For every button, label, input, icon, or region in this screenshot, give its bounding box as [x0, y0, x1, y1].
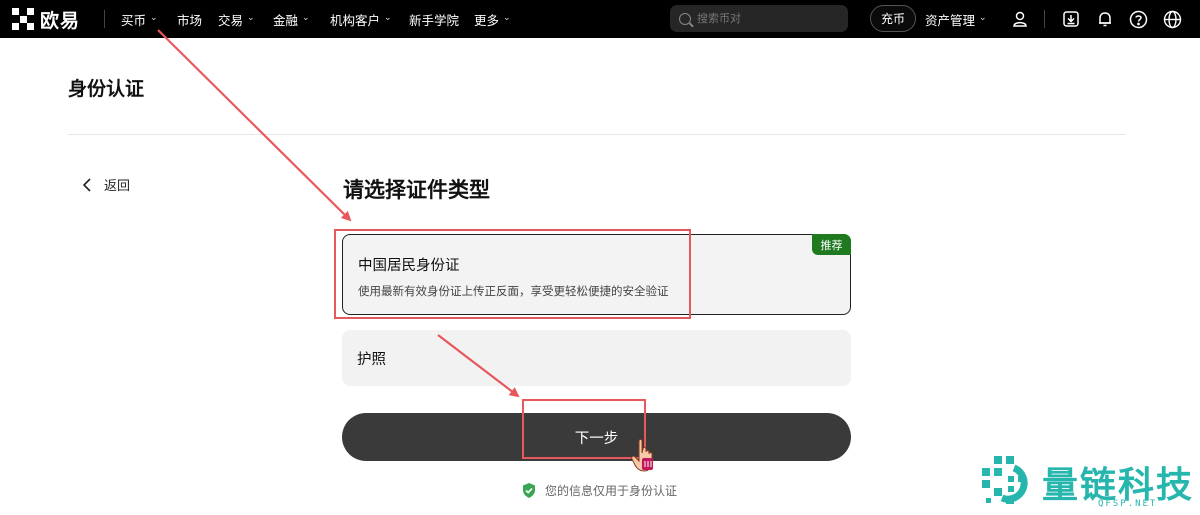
option-title: 护照	[357, 352, 386, 368]
nav-item-label: 新手学院	[409, 12, 460, 28]
nav-item-trade[interactable]: 交易 ⌄	[218, 0, 255, 38]
chevron-down-icon: ⌄	[503, 13, 511, 23]
next-step-button[interactable]: 下一步	[342, 413, 851, 461]
chevron-down-icon: ⌄	[979, 13, 987, 23]
help-icon[interactable]	[1127, 8, 1149, 30]
watermark-subtext: QFSP.NET	[1098, 499, 1158, 509]
nav-item-label: 更多	[474, 12, 500, 28]
chevron-left-icon	[82, 177, 91, 192]
globe-icon[interactable]	[1161, 8, 1183, 30]
shield-check-icon	[523, 483, 535, 498]
deposit-button[interactable]: 充币	[870, 5, 916, 32]
asset-management-menu[interactable]: 资产管理 ⌄	[925, 0, 987, 38]
chevron-down-icon: ⌄	[150, 13, 158, 23]
nav-item-buy-crypto[interactable]: 买币 ⌄	[121, 0, 158, 38]
option-description: 使用最新有效身份证上传正反面，享受更轻松便捷的安全验证	[358, 284, 669, 298]
nav-divider	[1044, 10, 1045, 28]
search-icon	[679, 12, 691, 25]
top-nav-bar: 欧易 买币⌄ 市场 交易⌄ 金融⌄ 机构客户⌄ 新手学院 更多⌄ 充币 资产管理…	[0, 0, 1200, 38]
back-label: 返回	[104, 179, 131, 194]
nav-item-institutional[interactable]: 机构客户 ⌄	[330, 0, 392, 38]
privacy-note: 您的信息仅用于身份认证	[521, 482, 677, 499]
search-box[interactable]	[670, 5, 848, 32]
option-title: 中国居民身份证	[358, 258, 460, 274]
user-icon[interactable]	[1009, 8, 1031, 30]
asset-management-label: 资产管理	[925, 12, 976, 28]
nav-divider	[104, 10, 105, 28]
page-title: 身份认证	[68, 78, 145, 100]
logo[interactable]: 欧易	[12, 6, 80, 32]
nav-item-academy[interactable]: 新手学院	[409, 0, 459, 38]
logo-text: 欧易	[40, 9, 81, 32]
back-button[interactable]: 返回	[82, 175, 130, 194]
privacy-text: 您的信息仅用于身份认证	[545, 484, 678, 498]
chevron-down-icon: ⌄	[302, 13, 310, 23]
bell-icon[interactable]	[1094, 8, 1116, 30]
hand-pointer-icon	[631, 439, 653, 472]
watermark-logo-icon	[982, 456, 1028, 504]
nav-item-label: 金融	[273, 12, 299, 28]
id-option-chinese-id-card[interactable]: 中国居民身份证 使用最新有效身份证上传正反面，享受更轻松便捷的安全验证 推荐	[342, 234, 851, 315]
nav-item-market[interactable]: 市场	[177, 0, 202, 38]
chevron-down-icon: ⌄	[247, 13, 255, 23]
download-icon[interactable]	[1060, 8, 1082, 30]
nav-item-label: 市场	[177, 12, 203, 28]
nav-item-label: 交易	[218, 12, 244, 28]
okx-logo-icon	[12, 8, 34, 30]
title-divider	[68, 134, 1126, 135]
nav-item-finance[interactable]: 金融 ⌄	[273, 0, 310, 38]
annotation-arrow	[157, 29, 352, 222]
nav-item-more[interactable]: 更多 ⌄	[474, 0, 511, 38]
nav-item-label: 机构客户	[330, 12, 381, 28]
section-title: 请选择证件类型	[343, 178, 490, 202]
recommended-badge: 推荐	[812, 234, 851, 255]
chevron-down-icon: ⌄	[384, 13, 392, 23]
nav-item-label: 买币	[121, 12, 147, 28]
watermark: 量链科技 QFSP.NET	[980, 452, 1198, 512]
search-input[interactable]	[697, 12, 837, 25]
id-option-passport[interactable]: 护照	[342, 330, 851, 386]
